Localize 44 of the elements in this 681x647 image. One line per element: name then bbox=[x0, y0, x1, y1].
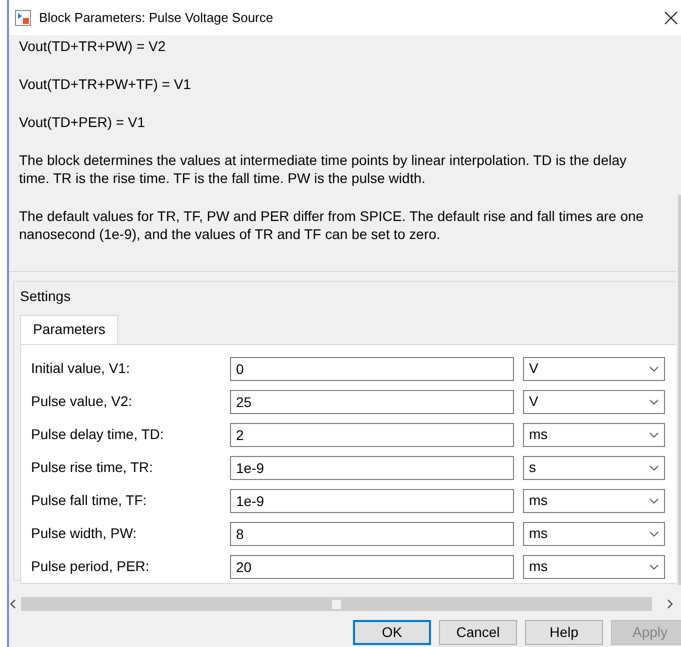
description-text: The block determines the values at intermediate time points by linear interpolation. TD is the delay time. TR is the rise time. TF is the fall time. PW is the pulse width. bbox=[19, 151, 628, 187]
parameter-label: Pulse rise time, TR: bbox=[31, 458, 154, 477]
chevron-icon bbox=[649, 432, 659, 438]
parameter-label: Pulse delay time, TD: bbox=[31, 425, 165, 444]
close-icon bbox=[664, 10, 678, 24]
chevron-icon bbox=[649, 564, 659, 570]
value-field[interactable]: 1e-9 bbox=[230, 488, 514, 512]
description-text: Vout(TD+TR+PW+TF) = V1 bbox=[19, 75, 192, 93]
unit-dropdown[interactable]: ms bbox=[523, 522, 665, 546]
unit-dropdown[interactable]: V bbox=[523, 390, 665, 414]
dialog-button[interactable]: Cancel bbox=[439, 620, 517, 645]
parameter-label: Pulse period, PER: bbox=[31, 557, 150, 576]
window-title: Block Parameters: Pulse Voltage Source bbox=[39, 8, 274, 27]
value-field[interactable]: 25 bbox=[230, 390, 514, 414]
chevron-icon bbox=[649, 366, 659, 372]
description-text: Vout(TD+PER) = V1 bbox=[19, 113, 146, 131]
unit-dropdown[interactable]: ms bbox=[523, 554, 665, 578]
dialog-button[interactable]: Help bbox=[525, 620, 603, 645]
scroll-right-icon[interactable] bbox=[666, 599, 674, 609]
parameter-label: Initial value, V1: bbox=[31, 359, 131, 378]
parameter-label: Pulse fall time, TF: bbox=[31, 491, 148, 510]
dialog-button[interactable]: OK bbox=[353, 620, 431, 645]
parameter-label: Pulse value, V2: bbox=[31, 392, 134, 411]
parameter-label: Pulse width, PW: bbox=[31, 524, 138, 543]
unit-dropdown[interactable]: ms bbox=[523, 422, 665, 446]
horizontal-scrollbar[interactable] bbox=[21, 597, 652, 611]
value-field[interactable]: 0 bbox=[230, 356, 514, 380]
chevron-icon bbox=[649, 531, 659, 538]
tab[interactable]: Parameters bbox=[20, 315, 118, 344]
unit-dropdown[interactable]: s bbox=[523, 456, 665, 480]
unit-dropdown[interactable]: ms bbox=[523, 488, 665, 512]
scroll-left-icon[interactable] bbox=[9, 599, 17, 609]
chevron-icon bbox=[649, 498, 659, 504]
description-text: Vout(TD+TR+PW) = V2 bbox=[19, 37, 167, 55]
description-text: The default values for TR, TF, PW and PER differ from SPICE. The default rise and fall times are one nanosecond (1e-9), and the values of TR and TF can be set to zero. bbox=[19, 207, 645, 243]
block-icon bbox=[15, 10, 31, 26]
value-field[interactable]: 2 bbox=[230, 422, 514, 446]
value-field[interactable]: 20 bbox=[230, 554, 514, 578]
value-field[interactable]: 8 bbox=[230, 522, 514, 546]
settings-title: Settings bbox=[20, 288, 71, 304]
chevron-icon bbox=[649, 399, 659, 406]
value-field[interactable]: 1e-9 bbox=[230, 456, 514, 480]
unit-dropdown[interactable]: V bbox=[523, 356, 665, 380]
chevron-icon bbox=[649, 465, 659, 472]
